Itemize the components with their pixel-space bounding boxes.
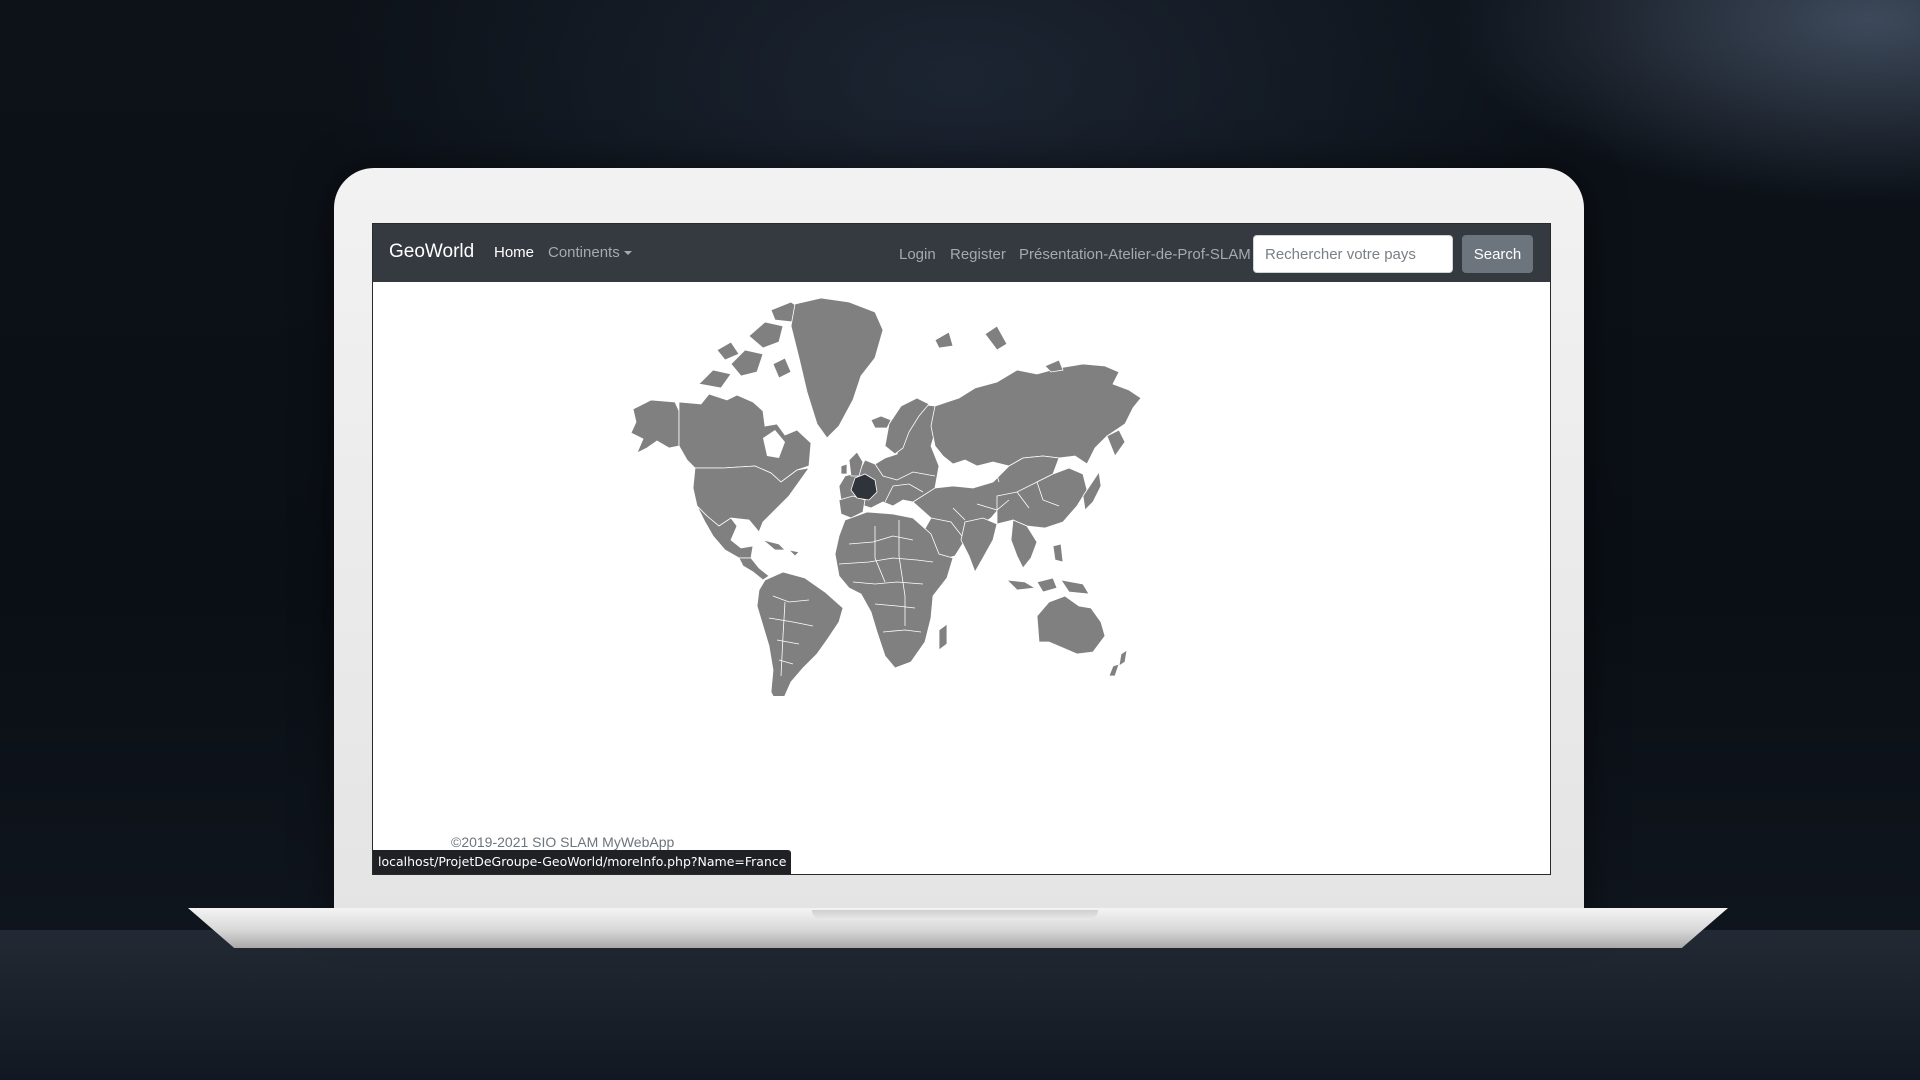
nav-presentation-link[interactable]: Présentation-Atelier-de-Prof-SLAM [1019,246,1251,263]
region-south-america[interactable] [756,571,844,696]
browser-viewport: GeoWorld Home Continents Login Register … [372,223,1551,875]
region-caribbean[interactable] [762,539,800,557]
status-bar-url: localhost/ProjetDeGroupe-GeoWorld/moreIn… [373,850,792,874]
background-glow [0,930,1920,1080]
nav-login-link[interactable]: Login [899,246,936,263]
country-russia-arctic[interactable] [934,325,1064,373]
nav-register-link[interactable]: Register [950,246,1006,263]
country-canada-arctic-islands[interactable] [698,301,804,389]
brand-link[interactable]: GeoWorld [389,241,474,263]
country-iceland[interactable] [870,415,892,429]
country-new-zealand[interactable] [1108,649,1128,677]
nav-continents-dropdown[interactable]: Continents [548,244,632,261]
country-ireland[interactable] [840,463,848,475]
country-russia[interactable] [930,363,1142,467]
region-central-america[interactable] [738,557,770,581]
country-greenland[interactable] [790,297,884,439]
world-map[interactable] [613,296,1253,696]
caret-down-icon [623,251,632,256]
country-india[interactable] [960,517,998,573]
nav-home-link[interactable]: Home [494,244,534,261]
region-southeast-asia[interactable] [1010,519,1038,569]
country-usa-alaska[interactable] [630,399,680,454]
search-button[interactable]: Search [1462,235,1533,273]
nav-continents-label: Continents [548,244,620,261]
navbar: GeoWorld Home Continents Login Register … [373,224,1550,282]
country-search-input[interactable] [1253,235,1453,273]
country-australia[interactable] [1036,595,1106,655]
laptop-notch [812,910,1098,920]
footer-copyright: ©2019-2021 SIO SLAM MyWebApp [451,834,675,850]
country-madagascar[interactable] [938,623,948,651]
